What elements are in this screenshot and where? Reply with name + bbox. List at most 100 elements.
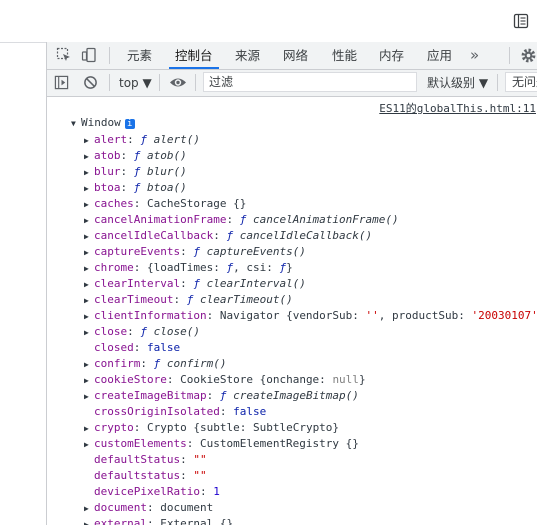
property-row[interactable]: defaultStatus: "" bbox=[84, 452, 207, 468]
expand-triangle-icon[interactable]: ▶ bbox=[84, 373, 94, 389]
property-key: closed bbox=[94, 341, 134, 354]
property-key: cookieStore bbox=[94, 373, 167, 386]
tab-memory[interactable]: 内存 bbox=[379, 42, 404, 69]
property-row[interactable]: ▶ crypto: Crypto {subtle: SubtleCrypto} bbox=[84, 420, 339, 436]
tab-console[interactable]: 控制台 bbox=[169, 42, 219, 69]
property-key: clientInformation bbox=[94, 309, 207, 322]
inspect-element-icon[interactable] bbox=[56, 47, 72, 63]
filter-input[interactable]: 过滤 bbox=[203, 72, 417, 92]
property-row[interactable]: ▶ close: ƒ close() bbox=[84, 324, 200, 340]
expand-triangle-icon[interactable]: ▶ bbox=[84, 213, 94, 229]
expand-triangle-icon[interactable]: ▶ bbox=[84, 357, 94, 373]
sidebar-toggle-icon[interactable] bbox=[54, 75, 69, 90]
property-row[interactable]: ▶ blur: ƒ blur() bbox=[84, 164, 187, 180]
tab-network[interactable]: 网络 bbox=[283, 42, 308, 69]
property-key: devicePixelRatio bbox=[94, 485, 200, 498]
expand-triangle-icon[interactable]: ▶ bbox=[84, 325, 94, 341]
issues-button[interactable]: 无问题 bbox=[505, 72, 537, 92]
property-row[interactable]: ▶ caches: CacheStorage {} bbox=[84, 196, 246, 212]
toolbar-divider bbox=[509, 47, 510, 64]
property-row[interactable]: closed: false bbox=[84, 340, 180, 356]
expand-triangle-icon[interactable]: ▶ bbox=[84, 437, 94, 453]
property-row[interactable]: ▶ customElements: CustomElementRegistry {… bbox=[84, 436, 359, 452]
property-value: Crypto {subtle: SubtleCrypto} bbox=[147, 421, 340, 434]
property-value: ƒ cancelAnimationFrame() bbox=[239, 213, 399, 226]
property-row[interactable]: ▶ clientInformation: Navigator {vendorSub… bbox=[84, 308, 537, 324]
browser-top-bar bbox=[0, 0, 537, 43]
toolbar-divider bbox=[497, 74, 498, 91]
expand-triangle-icon[interactable]: ▶ bbox=[84, 197, 94, 213]
window-object-root[interactable]: ▼ Window i bbox=[71, 116, 135, 130]
property-value: false bbox=[233, 405, 267, 418]
property-key: document bbox=[94, 501, 147, 514]
property-value: 1 bbox=[213, 485, 220, 498]
property-row[interactable]: ▶ cookieStore: CookieStore {onchange: nul… bbox=[84, 372, 366, 388]
expand-triangle-icon[interactable]: ▶ bbox=[84, 229, 94, 245]
property-value: CustomElementRegistry {} bbox=[199, 437, 359, 450]
property-row[interactable]: ▶ createImageBitmap: ƒ createImageBitmap(… bbox=[84, 388, 359, 404]
property-value: ƒ captureEvents() bbox=[193, 245, 306, 258]
property-key: crypto bbox=[94, 421, 134, 434]
property-row[interactable]: ▶ btoa: ƒ btoa() bbox=[84, 180, 187, 196]
property-row[interactable]: ▶ chrome: {loadTimes: ƒ, csi: ƒ} bbox=[84, 260, 293, 276]
property-row[interactable]: ▶ cancelAnimationFrame: ƒ cancelAnimation… bbox=[84, 212, 399, 228]
property-key: caches bbox=[94, 197, 134, 210]
collapse-triangle-icon[interactable]: ▼ bbox=[71, 117, 81, 131]
expand-triangle-icon[interactable]: ▶ bbox=[84, 133, 94, 149]
console-toolbar: top ▼ 过滤 默认级别 ▼ 无问题 bbox=[47, 70, 537, 97]
property-value: External {} bbox=[160, 517, 234, 525]
property-key: close bbox=[94, 325, 128, 338]
settings-gear-icon[interactable] bbox=[520, 47, 537, 64]
log-levels-dropdown[interactable]: 默认级别 ▼ bbox=[427, 74, 488, 92]
property-row[interactable]: ▶ atob: ƒ atob() bbox=[84, 148, 187, 164]
expand-triangle-icon[interactable]: ▶ bbox=[84, 501, 94, 517]
property-row[interactable]: ▶ clearTimeout: ƒ clearTimeout() bbox=[84, 292, 293, 308]
context-selector[interactable]: top ▼ bbox=[119, 74, 152, 92]
expand-triangle-icon[interactable]: ▶ bbox=[84, 277, 94, 293]
expand-triangle-icon[interactable]: ▶ bbox=[84, 293, 94, 309]
tab-elements[interactable]: 元素 bbox=[127, 42, 152, 69]
property-row[interactable]: ▶ alert: ƒ alert() bbox=[84, 132, 200, 148]
property-row[interactable]: crossOriginIsolated: false bbox=[84, 404, 266, 420]
property-value: ƒ cancelIdleCallback() bbox=[226, 229, 373, 242]
property-key: crossOriginIsolated bbox=[94, 405, 220, 418]
tab-performance[interactable]: 性能 bbox=[332, 42, 357, 69]
property-value: ƒ alert() bbox=[140, 133, 200, 146]
property-row[interactable]: ▶ document: document bbox=[84, 500, 213, 516]
expand-triangle-icon[interactable]: ▶ bbox=[84, 165, 94, 181]
expand-triangle-icon[interactable]: ▶ bbox=[84, 517, 94, 525]
property-row[interactable]: ▶ captureEvents: ƒ captureEvents() bbox=[84, 244, 306, 260]
property-row[interactable]: ▶ confirm: ƒ confirm() bbox=[84, 356, 226, 372]
more-tabs-button[interactable]: » bbox=[470, 42, 479, 69]
property-key: alert bbox=[94, 133, 128, 146]
live-expression-eye-icon[interactable] bbox=[169, 75, 187, 90]
property-value: ƒ clearTimeout() bbox=[186, 293, 293, 306]
property-row[interactable]: ▶ external: External {} bbox=[84, 516, 233, 525]
property-key: customElements bbox=[94, 437, 187, 450]
device-toolbar-icon[interactable] bbox=[81, 47, 97, 63]
source-link[interactable]: ES11的globalThis.html:11 bbox=[379, 100, 536, 116]
property-key: cancelAnimationFrame bbox=[94, 213, 227, 226]
expand-triangle-icon[interactable]: ▶ bbox=[84, 181, 94, 197]
side-panel-icon[interactable] bbox=[513, 13, 529, 29]
property-value: ƒ clearInterval() bbox=[193, 277, 306, 290]
property-value: ƒ btoa() bbox=[133, 181, 187, 194]
tab-sources[interactable]: 来源 bbox=[235, 42, 260, 69]
property-key: atob bbox=[94, 149, 121, 162]
expand-triangle-icon[interactable]: ▶ bbox=[84, 421, 94, 437]
property-key: captureEvents bbox=[94, 245, 181, 258]
property-key: createImageBitmap bbox=[94, 389, 207, 402]
tab-application[interactable]: 应用 bbox=[427, 42, 452, 69]
clear-console-icon[interactable] bbox=[83, 75, 98, 90]
property-row[interactable]: ▶ clearInterval: ƒ clearInterval() bbox=[84, 276, 306, 292]
property-row[interactable]: ▶ cancelIdleCallback: ƒ cancelIdleCallbac… bbox=[84, 228, 372, 244]
expand-triangle-icon[interactable]: ▶ bbox=[84, 149, 94, 165]
info-icon[interactable]: i bbox=[124, 119, 135, 129]
expand-triangle-icon[interactable]: ▶ bbox=[84, 261, 94, 277]
expand-triangle-icon[interactable]: ▶ bbox=[84, 389, 94, 405]
property-row[interactable]: devicePixelRatio: 1 bbox=[84, 484, 220, 500]
property-row[interactable]: defaultstatus: "" bbox=[84, 468, 207, 484]
property-key: external bbox=[94, 517, 147, 525]
expand-triangle-icon[interactable]: ▶ bbox=[84, 309, 94, 325]
expand-triangle-icon[interactable]: ▶ bbox=[84, 245, 94, 261]
